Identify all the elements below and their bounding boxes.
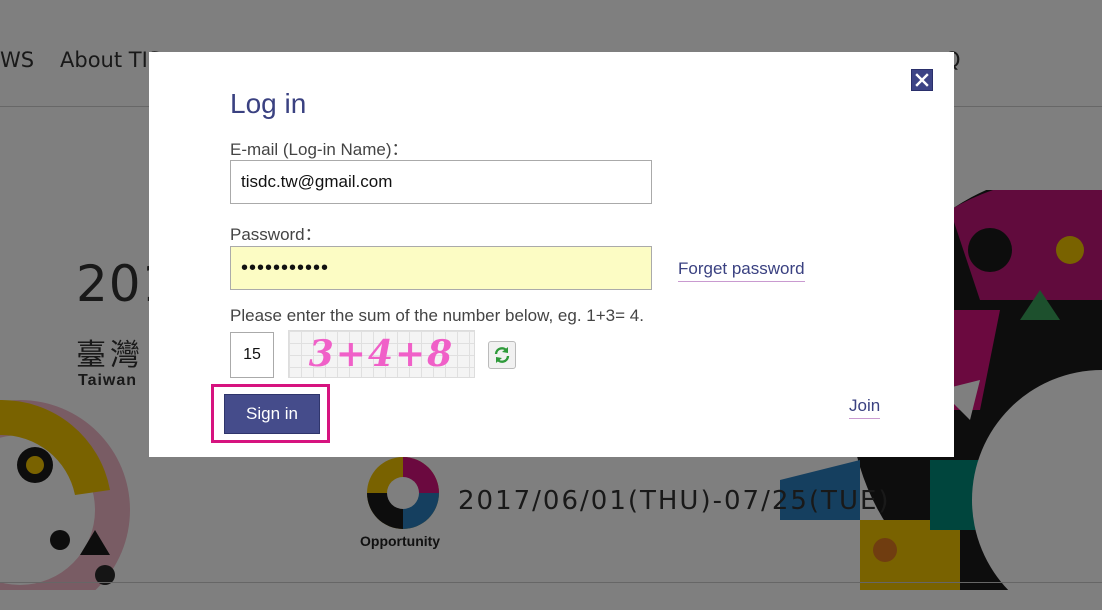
password-field[interactable] — [230, 246, 652, 290]
forget-password-link[interactable]: Forget password — [678, 259, 805, 282]
join-link[interactable]: Join — [849, 396, 881, 419]
password-label: Password： — [230, 225, 322, 244]
email-field[interactable] — [230, 160, 652, 204]
captcha-answer-field[interactable] — [230, 332, 274, 378]
captcha-prompt: Please enter the sum of the number below… — [230, 306, 644, 325]
sign-in-button[interactable]: Sign in — [224, 394, 320, 434]
captcha-text: 3+4+8 — [308, 333, 455, 375]
dialog-title: Log in — [230, 88, 307, 119]
captcha-image: 3+4+8 — [288, 330, 475, 378]
email-label: E-mail (Log-in Name)： — [230, 140, 409, 159]
login-dialog: Log in E-mail (Log-in Name)： Password： F… — [149, 52, 954, 457]
close-icon — [915, 73, 929, 87]
close-button[interactable] — [911, 69, 933, 91]
refresh-icon — [494, 347, 510, 363]
captcha-refresh-button[interactable] — [488, 341, 516, 369]
